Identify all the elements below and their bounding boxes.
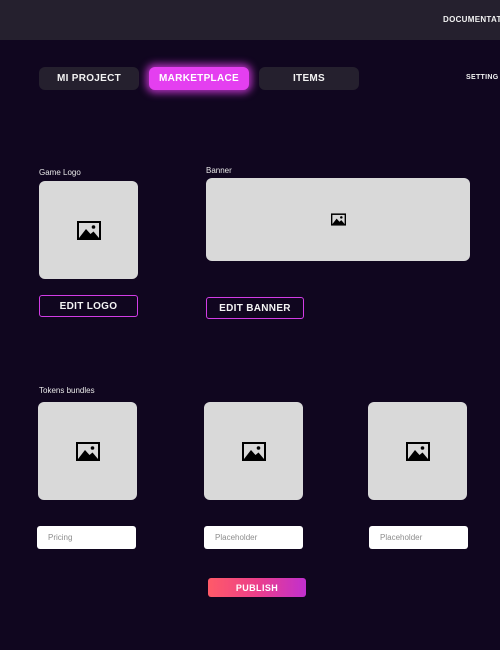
tab-mi-project[interactable]: MI PROJECT <box>39 67 139 90</box>
image-icon <box>241 441 266 461</box>
image-icon <box>330 213 346 226</box>
tab-marketplace[interactable]: MARKETPLACE <box>149 67 249 90</box>
token-bundle-image <box>38 402 137 500</box>
publish-button[interactable]: PUBLISH <box>208 578 306 597</box>
image-icon <box>76 220 101 240</box>
game-logo-label: Game Logo <box>39 168 81 177</box>
marketplace-page: DOCUMENTAT MI PROJECT MARKETPLACE ITEMS … <box>0 0 500 650</box>
image-icon <box>405 441 430 461</box>
tokens-bundles-label: Tokens bundles <box>39 386 95 395</box>
pricing-input[interactable] <box>37 526 136 549</box>
token-bundle-image <box>204 402 303 500</box>
settings-link[interactable]: SETTING <box>466 74 498 81</box>
banner-label: Banner <box>206 166 232 175</box>
top-bar: DOCUMENTAT <box>0 0 500 40</box>
edit-logo-button[interactable]: EDIT LOGO <box>39 295 138 317</box>
image-icon <box>75 441 100 461</box>
game-logo-preview <box>39 181 138 279</box>
bundle-price-input[interactable] <box>204 526 303 549</box>
edit-banner-button[interactable]: EDIT BANNER <box>206 297 304 319</box>
bundle-price-input[interactable] <box>369 526 468 549</box>
documentation-link[interactable]: DOCUMENTAT <box>443 15 500 24</box>
tab-items[interactable]: ITEMS <box>259 67 359 90</box>
token-bundle-image <box>368 402 467 500</box>
banner-preview <box>206 178 470 261</box>
